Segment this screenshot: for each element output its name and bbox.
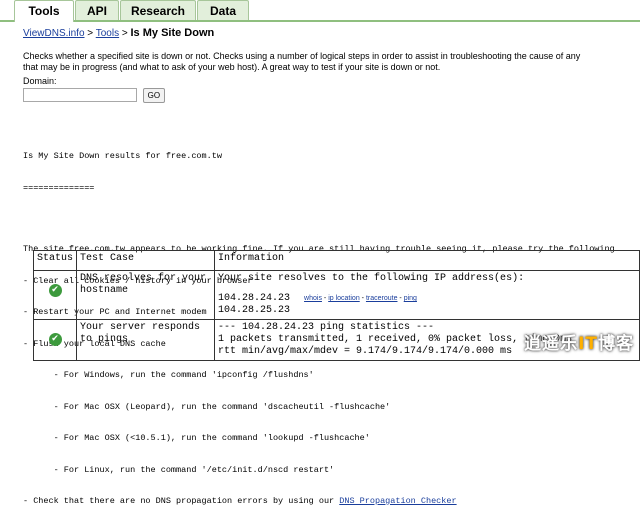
tab-research[interactable]: Research [120,0,196,20]
results-title: Is My Site Down results for free.com.tw [23,151,222,161]
go-button[interactable]: GO [142,88,166,103]
tool-description: Checks whether a specified site is down … [23,51,640,73]
domain-form: GO [23,88,640,104]
table-header: Test Case [76,250,216,271]
breadcrumb-tools-link[interactable]: Tools [96,28,119,39]
dns-propagation-checker-link[interactable]: DNS Propagation Checker [339,496,456,506]
watermark-text: 博客 [598,334,634,354]
ip-line: 104.28.25.23 [218,305,636,317]
ip-address: 104.28.25.23 [218,305,291,316]
table-row: ✔ DNS resolves for your hostname Your si… [32,270,640,320]
status-cell: ✔ [32,319,78,361]
ip-tools: whois - ip location - traceroute - ping [304,295,417,302]
step-line: - For Mac OSX (Leopard), run the command… [23,401,391,412]
info-cell: Your site resolves to the following IP a… [214,270,640,320]
breadcrumb-home-link[interactable]: ViewDNS.info [23,28,85,39]
ping-link[interactable]: ping [404,295,417,302]
table-header-row: Status Test Case Information [32,250,640,271]
table-header: Status [32,250,78,271]
traceroute-link[interactable]: traceroute [366,295,398,302]
description-line: that may be in progress (and what to ask… [23,62,441,72]
check-icon: ✔ [48,284,62,297]
results-heading: Is My Site Down results for free.com.tw … [23,130,640,214]
domain-input[interactable] [23,88,137,102]
table-header: Information [214,250,640,271]
info-text: Your site resolves to the following IP a… [218,273,525,284]
ip-location-link[interactable]: ip location [328,295,360,302]
description-line: Checks whether a specified site is down … [23,51,581,61]
tab-tools[interactable]: Tools [14,0,74,22]
breadcrumb-separator: > [84,28,96,39]
ip-line: 104.28.24.23 whois - ip location - trace… [218,293,636,305]
tab-bar: Tools API Research Data [0,0,640,22]
results-title-underline: ============== [23,182,95,193]
step-line: - Check that there are no DNS propagatio… [23,496,640,507]
test-case-cell: Your server responds to pings [76,319,216,361]
tab-api[interactable]: API [75,0,119,20]
tab-data[interactable]: Data [197,0,249,20]
whois-link[interactable]: whois [304,295,322,302]
test-case-cell: DNS resolves for your hostname [76,270,216,320]
watermark-text: IT [578,334,598,354]
step-line: - For Windows, run the command 'ipconfig… [23,370,314,380]
status-cell: ✔ [32,270,78,320]
step-line: - For Mac OSX (<10.5.1), run the command… [23,433,370,443]
watermark-text: 逍遥乐 [524,334,579,354]
step-line: - For Linux, run the command '/etc/init.… [23,464,335,475]
domain-label: Domain: [23,76,57,86]
page-title: Is My Site Down [130,27,215,39]
ip-list: 104.28.24.23 whois - ip location - trace… [218,293,636,317]
check-icon: ✔ [48,333,62,346]
breadcrumb: ViewDNS.info > Tools > Is My Site Down [23,27,640,41]
step-text: - Check that there are no DNS propagatio… [23,496,340,506]
watermark-logo: 逍遥乐IT博客 [524,329,634,354]
breadcrumb-separator: > [119,28,131,39]
ip-address: 104.28.24.23 [218,293,291,304]
